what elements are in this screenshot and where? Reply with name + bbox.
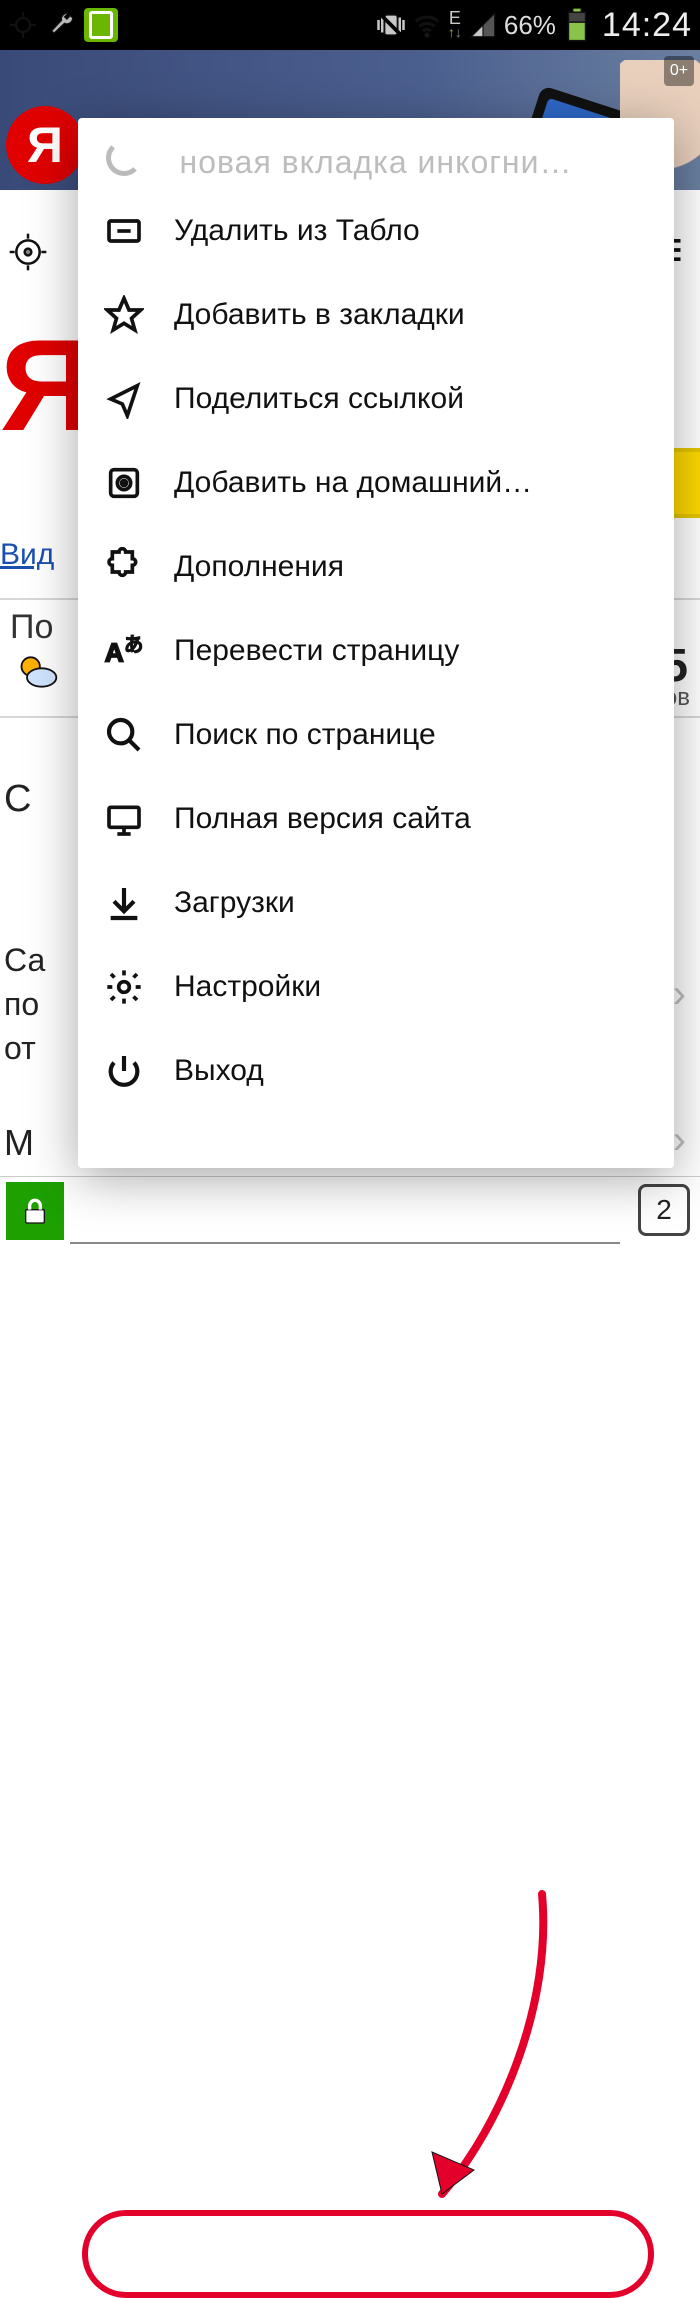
menu-item-label: Добавить на домашний… <box>174 466 650 500</box>
menu-item-translate[interactable]: Aあ Перевести страницу <box>78 609 674 693</box>
share-icon <box>102 377 146 421</box>
address-bar[interactable] <box>70 1176 620 1244</box>
browser-bottom-bar: 2 <box>0 1176 700 1244</box>
menu-item-exit[interactable]: Выход <box>78 1029 674 1113</box>
app-icon <box>84 8 118 42</box>
clock: 14:24 <box>602 6 692 45</box>
chevron-right-icon[interactable]: › <box>673 972 686 1017</box>
menu-item-add-home[interactable]: Добавить на домашний… <box>78 441 674 525</box>
battery-percentage: 66% <box>504 10 556 41</box>
video-link[interactable]: Вид <box>0 538 54 572</box>
battery-icon <box>562 10 592 40</box>
menu-item-extensions[interactable]: Дополнения <box>78 525 674 609</box>
bg-text-fragment: Са по от <box>4 938 45 1070</box>
puzzle-icon <box>102 545 146 589</box>
menu-item-add-bookmark[interactable]: Добавить в закладки <box>78 273 674 357</box>
add-to-home-icon <box>102 461 146 505</box>
locate-icon[interactable] <box>0 226 56 278</box>
menu-item-desktop-site[interactable]: Полная версия сайта <box>78 777 674 861</box>
wrench-icon <box>46 10 76 40</box>
bg-text-fragment: С <box>4 778 31 821</box>
search-icon <box>102 713 146 757</box>
weather-sun-cloud-icon <box>16 650 60 694</box>
annotation-oval <box>82 2210 654 2298</box>
gps-target-icon <box>8 10 38 40</box>
menu-item-downloads[interactable]: Загрузки <box>78 861 674 945</box>
vibrate-icon <box>376 10 406 40</box>
menu-item-label: Удалить из Табло <box>174 214 650 248</box>
weather-label: По <box>10 608 53 647</box>
browser-overflow-menu: новая вкладка инкогни… Удалить из Табло … <box>78 118 674 1168</box>
network-type-label: E <box>449 11 461 25</box>
menu-item-share-link[interactable]: Поделиться ссылкой <box>78 357 674 441</box>
age-rating-badge: 0+ <box>664 56 694 86</box>
signal-icon <box>468 10 498 40</box>
svg-text:A: A <box>105 638 124 668</box>
monitor-icon <box>102 797 146 841</box>
translate-icon: Aあ <box>102 629 146 673</box>
menu-item-label: Выход <box>174 1054 650 1088</box>
menu-item-label: Перевести страницу <box>174 634 650 668</box>
menu-item-find-in-page[interactable]: Поиск по странице <box>78 693 674 777</box>
annotation-arrow-icon <box>382 1884 602 2249</box>
power-icon <box>102 1049 146 1093</box>
menu-item-remove-tablo[interactable]: Удалить из Табло <box>78 189 674 273</box>
spinner-icon <box>106 140 142 176</box>
chevron-right-icon[interactable]: › <box>673 1118 686 1163</box>
gear-icon <box>102 965 146 1009</box>
menu-item-label: Настройки <box>174 970 650 1004</box>
secure-lock-icon[interactable] <box>6 1182 64 1240</box>
menu-item-label: Добавить в закладки <box>174 298 650 332</box>
wifi-icon <box>412 10 442 40</box>
bg-text-fragment: М <box>4 1122 34 1164</box>
menu-item-label: Полная версия сайта <box>174 802 650 836</box>
menu-item-settings[interactable]: Настройки <box>78 945 674 1029</box>
svg-text:あ: あ <box>124 635 143 656</box>
tabs-button[interactable]: 2 <box>638 1184 690 1236</box>
star-icon <box>102 293 146 337</box>
menu-item-label: Дополнения <box>174 550 650 584</box>
data-arrows-icon: ↑↓ <box>448 25 462 39</box>
menu-header-truncated: новая вкладка инкогни… <box>78 144 674 189</box>
menu-item-label: Поделиться ссылкой <box>174 382 650 416</box>
menu-item-label: Загрузки <box>174 886 650 920</box>
download-icon <box>102 881 146 925</box>
yandex-logo-circle: Я <box>6 106 84 184</box>
status-bar: E ↑↓ 66% 14:24 <box>0 0 700 50</box>
menu-item-label: Поиск по странице <box>174 718 650 752</box>
remove-tablo-icon <box>102 209 146 253</box>
